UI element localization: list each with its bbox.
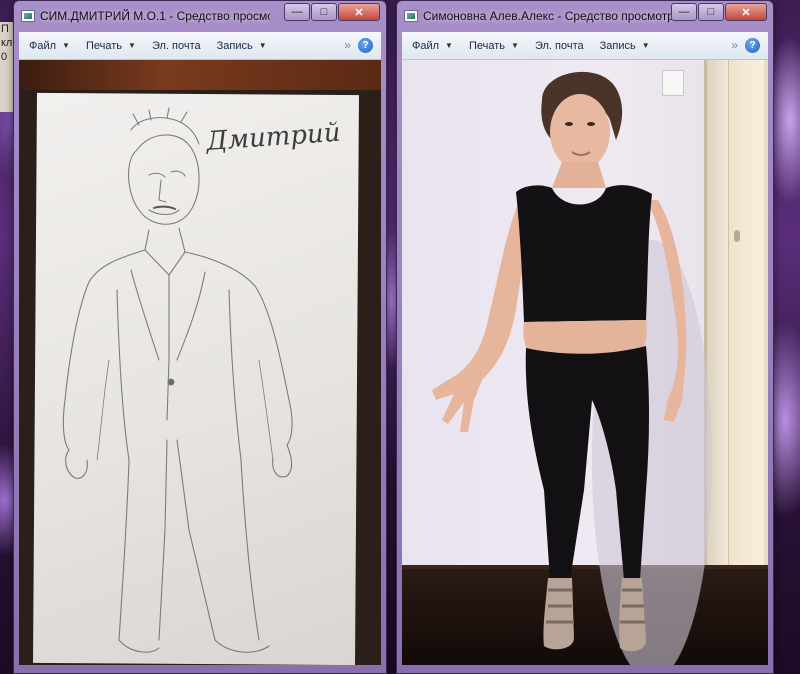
handwritten-caption: Дмитрий [204,118,341,157]
overflow-chevron-icon[interactable]: » [731,38,738,52]
photo-viewer-app-icon[interactable] [21,10,35,22]
menu-burn-label: Запись [216,39,253,52]
help-icon[interactable]: ? [358,38,373,53]
command-bar: Файл ▼ Печать ▼ Эл. почта Запись ▼ » ? [402,32,768,60]
title-bar[interactable]: Симоновна Алев.Алекс - Средство просмотр… [397,1,773,31]
window-title: СИМ.ДМИТРИЙ М.О.1 - Средство просмотра ф… [40,9,270,23]
menu-burn-label: Запись [599,39,636,52]
menu-burn[interactable]: Запись ▼ [217,40,267,52]
background-window-edge[interactable]: П кл 0 [0,22,14,112]
caption-buttons: — □ ✕ [670,3,767,21]
minimize-button[interactable]: — [671,3,697,21]
help-icon[interactable]: ? [745,38,760,53]
maximize-button[interactable]: □ [311,3,337,21]
image-viewport[interactable]: Дмитрий [19,60,381,665]
menu-print[interactable]: Печать ▼ [86,40,136,52]
title-bar[interactable]: СИМ.ДМИТРИЙ М.О.1 - Средство просмотра ф… [14,1,386,31]
minimize-button[interactable]: — [284,3,310,21]
window-title: Симоновна Алев.Алекс - Средство просмотр… [423,9,673,23]
drawing-photo: Дмитрий [19,60,381,665]
chevron-down-icon: ▼ [258,41,267,50]
menu-file-label: Файл [29,39,57,52]
command-bar: Файл ▼ Печать ▼ Эл. почта Запись ▼ » ? [19,32,381,60]
woman-figure [432,71,712,665]
photo-viewer-app-icon[interactable] [404,10,418,22]
photo-viewer-window-right[interactable]: Симоновна Алев.Алекс - Средство просмотр… [396,0,774,674]
chevron-down-icon: ▼ [511,41,519,50]
chevron-down-icon: ▼ [641,41,650,50]
chevron-down-icon: ▼ [445,41,453,50]
menu-burn[interactable]: Запись ▼ [600,40,650,52]
menu-print-label: Печать [85,39,123,52]
menu-file[interactable]: Файл ▼ [412,40,453,52]
menu-email-label: Эл. почта [151,39,201,52]
chevron-down-icon: ▼ [128,41,136,50]
caption-buttons: — □ ✕ [283,3,380,21]
menu-print-label: Печать [468,39,506,52]
maximize-button[interactable]: □ [698,3,724,21]
menu-file[interactable]: Файл ▼ [29,40,70,52]
pencil-sketch-man-in-suit: Дмитрий [62,107,341,653]
chevron-down-icon: ▼ [62,41,70,50]
close-button[interactable]: ✕ [725,3,767,21]
menu-print[interactable]: Печать ▼ [469,40,519,52]
close-button[interactable]: ✕ [338,3,380,21]
overflow-chevron-icon[interactable]: » [344,38,351,52]
photo-viewer-window-left[interactable]: СИМ.ДМИТРИЙ М.О.1 - Средство просмотра ф… [13,0,387,674]
image-viewport[interactable] [402,60,768,665]
menu-email[interactable]: Эл. почта [152,40,201,52]
menu-email[interactable]: Эл. почта [535,40,584,52]
person-photo [402,60,768,665]
menu-email-label: Эл. почта [534,39,584,52]
menu-file-label: Файл [412,39,440,52]
